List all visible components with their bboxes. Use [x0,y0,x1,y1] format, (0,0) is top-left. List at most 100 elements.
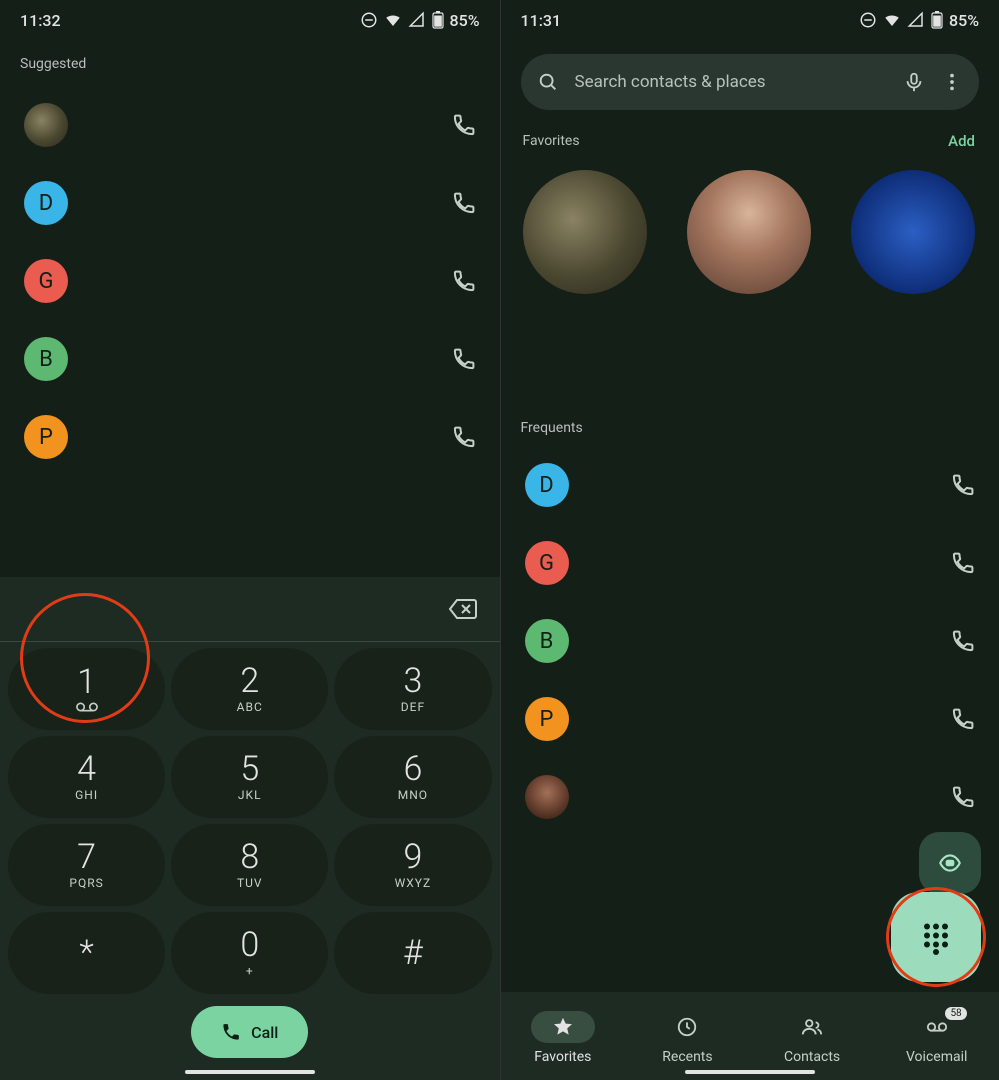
call-label: Call [251,1023,278,1042]
key-digit: # [403,936,423,970]
contact-row[interactable]: P [501,680,999,758]
battery-icon [931,11,943,29]
contact-row[interactable]: B [0,320,500,398]
avatar: D [24,181,68,225]
suggested-heading: Suggested [0,40,500,82]
key-sub: GHI [75,788,98,802]
phone-icon[interactable] [452,347,476,371]
avatar: P [24,415,68,459]
voicemail-icon [76,701,98,713]
favorite-contact[interactable] [687,170,811,294]
suggested-list: DGBP [0,82,500,480]
call-button[interactable]: Call [191,1006,308,1058]
dnd-icon [360,11,378,29]
dialpad-icon [918,919,954,955]
add-favorite-button[interactable]: Add [948,132,975,150]
key-*[interactable]: * [8,912,165,994]
battery-percent: 85% [949,11,979,30]
phone-icon[interactable] [452,269,476,293]
key-8[interactable]: 8 TUV [171,824,328,906]
screen-phone-home: 11:31 85% Search contacts & places Favor… [500,0,999,1080]
keypad: 1 2ABC3DEF 4GHI5JKL6MNO 7PQRS 8 TUV 9WXYZ * 0+ # [0,642,500,994]
contact-row[interactable]: D [501,446,999,524]
phone-icon[interactable] [951,551,975,575]
dialer-top-bar [0,577,500,642]
nav-label: Contacts [784,1049,840,1065]
home-indicator[interactable] [185,1070,315,1074]
contact-row[interactable]: D [0,164,500,242]
nav-label: Favorites [534,1049,591,1065]
avatar: D [525,463,569,507]
dialer-panel: 12ABC3DEF4GHI5JKL6MNO7PQRS8TUV9WXYZ*0+# … [0,577,500,1080]
video-icon [937,850,963,876]
contacts-icon [800,1016,824,1038]
status-bar: 11:31 85% [501,0,999,40]
nav-recents[interactable]: Recents [655,1011,719,1065]
nav-contacts[interactable]: Contacts [780,1011,844,1065]
search-placeholder: Search contacts & places [575,72,888,92]
contact-row[interactable] [0,86,500,164]
contact-row[interactable]: B [501,602,999,680]
contact-row[interactable]: G [0,242,500,320]
search-bar[interactable]: Search contacts & places [521,54,980,110]
contact-row[interactable] [501,758,999,836]
star-icon [552,1016,574,1038]
nav-voicemail[interactable]: 58 Voicemail [905,1011,969,1065]
favorites-row [501,160,999,314]
dnd-icon [859,11,877,29]
key-digit: 3 [403,664,422,698]
wifi-icon [384,11,402,29]
screen-dialer: 11:32 85% Suggested DGBP 1 2ABC3DEF 4GHI5J… [0,0,500,1080]
more-icon[interactable] [941,71,963,93]
key-sub: JKL [238,788,262,802]
phone-icon[interactable] [951,473,975,497]
key-6[interactable]: 6MNO [334,736,491,818]
avatar: P [525,697,569,741]
key-sub: PQRS [69,876,103,890]
key-digit: 1 [77,665,96,699]
search-icon [537,71,559,93]
phone-icon[interactable] [452,113,476,137]
key-4[interactable]: 4GHI [8,736,165,818]
status-time: 11:32 [20,11,61,30]
phone-icon[interactable] [452,191,476,215]
favorites-label: Favorites [523,133,580,149]
mic-icon[interactable] [903,71,925,93]
favorite-contact[interactable] [523,170,647,294]
home-indicator[interactable] [685,1070,815,1074]
phone-icon[interactable] [951,785,975,809]
status-icons: 85% [360,11,480,30]
key-2[interactable]: 2ABC [171,648,328,730]
battery-percent: 85% [450,11,480,30]
contact-row[interactable]: P [0,398,500,476]
favorite-contact[interactable] [851,170,975,294]
key-1[interactable]: 1 [8,648,165,730]
avatar: B [24,337,68,381]
avatar [24,103,68,147]
frequents-list: DGBP [501,446,999,836]
contact-row[interactable]: G [501,524,999,602]
nav-label: Voicemail [906,1049,967,1065]
key-sub: ABC [237,700,263,714]
phone-icon[interactable] [452,425,476,449]
key-digit: * [79,936,93,970]
avatar: B [525,619,569,663]
key-#[interactable]: # [334,912,491,994]
key-sub: + [246,964,254,978]
key-5[interactable]: 5JKL [171,736,328,818]
key-9[interactable]: 9WXYZ [334,824,491,906]
key-0[interactable]: 0+ [171,912,328,994]
avatar [525,775,569,819]
key-3[interactable]: 3DEF [334,648,491,730]
key-digit: 9 [403,840,422,874]
voicemail-icon [924,1016,950,1038]
phone-icon[interactable] [951,629,975,653]
key-sub: TUV [237,876,263,890]
video-call-fab[interactable] [919,832,981,894]
phone-icon[interactable] [951,707,975,731]
key-digit: 8 [240,840,259,874]
backspace-icon[interactable] [448,597,478,621]
key-7[interactable]: 7PQRS [8,824,165,906]
dialpad-fab[interactable] [891,892,981,982]
nav-favorites[interactable]: Favorites [531,1011,595,1065]
